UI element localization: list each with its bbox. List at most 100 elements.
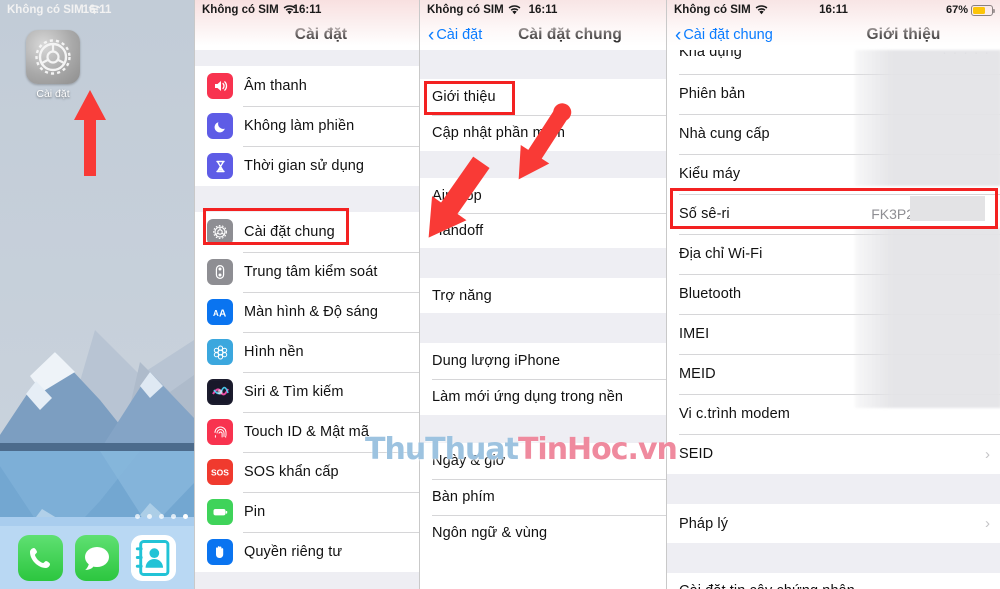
row-label: Khả dụng bbox=[679, 50, 742, 60]
section-gap bbox=[195, 186, 419, 212]
row-label: Touch ID & Mật mã bbox=[244, 424, 369, 440]
row-language-region[interactable]: Ngôn ngữ & vùng bbox=[420, 515, 666, 551]
row-label: Bluetooth bbox=[679, 286, 742, 302]
sidebar-item-general[interactable]: Cài đặt chung bbox=[195, 212, 419, 252]
messages-icon[interactable] bbox=[74, 534, 120, 581]
row-label: IMEI bbox=[679, 326, 710, 342]
row-seid[interactable]: SEID › bbox=[667, 434, 1000, 474]
page-dot bbox=[147, 514, 152, 519]
chevron-left-icon: ‹ bbox=[428, 24, 435, 46]
row-handoff[interactable]: Handoff bbox=[420, 213, 666, 248]
about-group-3: Cài đặt tin cậy chứng nhận › bbox=[667, 573, 1000, 589]
row-iphone-storage[interactable]: Dung lượng iPhone bbox=[420, 343, 666, 379]
row-keyboard[interactable]: Bàn phím bbox=[420, 479, 666, 515]
sidebar-item-do-not-disturb[interactable]: Không làm phiền bbox=[195, 106, 419, 146]
home-dock bbox=[0, 526, 194, 589]
row-about[interactable]: Giới thiệu bbox=[420, 79, 666, 115]
page-title: Cài đặt bbox=[294, 26, 348, 43]
row-label: Cài đặt tin cậy chứng nhận bbox=[679, 583, 855, 589]
row-label: Hình nền bbox=[244, 344, 304, 360]
phone-icon[interactable] bbox=[18, 534, 63, 581]
section-gap bbox=[420, 313, 666, 343]
section-gap bbox=[420, 248, 666, 278]
row-label: Quyền riêng tư bbox=[244, 544, 343, 560]
panel-general-settings: Không có SIM 16:11 ‹ Cài đặt Cài đặt chu… bbox=[419, 0, 666, 589]
wifi-icon bbox=[283, 5, 296, 15]
back-button[interactable]: ‹ Cài đặt bbox=[428, 26, 482, 45]
sidebar-item-emergency-sos[interactable]: SOS SOS khẩn cấp bbox=[195, 452, 419, 492]
sidebar-item-sound[interactable]: Âm thanh bbox=[195, 66, 419, 106]
carrier-label: Không có SIM bbox=[202, 4, 279, 16]
row-accessibility[interactable]: Trợ năng bbox=[420, 278, 666, 313]
row-date-time[interactable]: Ngày & giờ bbox=[420, 443, 666, 479]
home-app-settings[interactable]: Cài đặt bbox=[22, 30, 84, 100]
sidebar-item-wallpaper[interactable]: Hình nền bbox=[195, 332, 419, 372]
page-title: Cài đặt chung bbox=[518, 26, 622, 43]
contacts-icon[interactable] bbox=[131, 534, 177, 581]
row-label: Dung lượng iPhone bbox=[432, 353, 561, 369]
row-label: Ngôn ngữ & vùng bbox=[432, 525, 548, 541]
row-label: Vi c.trình modem bbox=[679, 406, 790, 422]
row-background-app-refresh[interactable]: Làm mới ứng dụng trong nền bbox=[420, 379, 666, 415]
row-label: Giới thiệu bbox=[432, 89, 496, 105]
page-dots[interactable] bbox=[135, 514, 188, 519]
page-dot-active bbox=[183, 514, 188, 519]
status-carrier-group: Không có SIM bbox=[7, 4, 101, 16]
row-label: AirDrop bbox=[432, 187, 482, 204]
row-label: Kiểu máy bbox=[679, 166, 741, 182]
control-center-icon bbox=[207, 259, 233, 285]
siri-icon bbox=[207, 379, 233, 405]
redaction-block-values-top bbox=[855, 50, 1000, 186]
row-label: Siri & Tìm kiếm bbox=[244, 384, 344, 400]
touchid-icon bbox=[207, 419, 233, 445]
hourglass-icon bbox=[207, 153, 233, 179]
sidebar-item-touchid-passcode[interactable]: Touch ID & Mật mã bbox=[195, 412, 419, 452]
sidebar-item-privacy[interactable]: Quyền riêng tư bbox=[195, 532, 419, 572]
row-label: Nhà cung cấp bbox=[679, 126, 770, 142]
home-status-bar: Không có SIM 16:11 bbox=[0, 0, 194, 20]
sidebar-item-screen-time[interactable]: Thời gian sử dụng bbox=[195, 146, 419, 186]
row-label: Thời gian sử dụng bbox=[244, 158, 365, 174]
chevron-right-icon: › bbox=[985, 583, 1000, 589]
page-dot bbox=[159, 514, 164, 519]
row-airdrop[interactable]: AirDrop bbox=[420, 178, 666, 213]
carrier-label: Không có SIM bbox=[7, 4, 84, 16]
settings-group-2: Cài đặt chung Trung tâm kiểm soát AA Màn… bbox=[195, 212, 419, 572]
battery-icon bbox=[207, 499, 233, 525]
sidebar-item-display-brightness[interactable]: AA Màn hình & Độ sáng bbox=[195, 292, 419, 332]
row-legal[interactable]: Pháp lý › bbox=[667, 504, 1000, 543]
row-certificate-trust-settings[interactable]: Cài đặt tin cậy chứng nhận › bbox=[667, 573, 1000, 589]
display-brightness-icon: AA bbox=[207, 299, 233, 325]
about-group-2: Pháp lý › bbox=[667, 504, 1000, 543]
general-group-4: Dung lượng iPhone Làm mới ứng dụng trong… bbox=[420, 343, 666, 415]
row-label: Ngày & giờ bbox=[432, 453, 506, 469]
sidebar-item-siri-search[interactable]: Siri & Tìm kiếm bbox=[195, 372, 419, 412]
battery-percent-label: 67% bbox=[945, 4, 968, 16]
row-label: Trợ năng bbox=[432, 287, 492, 304]
back-button[interactable]: ‹ Cài đặt chung bbox=[675, 26, 773, 45]
general-nav-bar: ‹ Cài đặt Cài đặt chung bbox=[420, 20, 666, 50]
chevron-right-icon: › bbox=[985, 445, 990, 463]
section-gap bbox=[195, 572, 419, 589]
row-label: Handoff bbox=[432, 222, 484, 239]
row-label: SOS khẩn cấp bbox=[244, 464, 339, 480]
status-carrier-group: Không có SIM bbox=[427, 4, 521, 16]
status-carrier-group: Không có SIM bbox=[674, 4, 768, 16]
status-carrier-group: Không có SIM bbox=[202, 4, 296, 16]
section-gap bbox=[667, 474, 1000, 504]
row-label: Số sê-ri bbox=[679, 206, 730, 222]
sidebar-item-battery[interactable]: Pin bbox=[195, 492, 419, 532]
sound-icon bbox=[207, 73, 233, 99]
general-status-bar: Không có SIM 16:11 bbox=[420, 0, 666, 20]
status-battery-group: 67% bbox=[945, 4, 995, 16]
sidebar-item-control-center[interactable]: Trung tâm kiểm soát bbox=[195, 252, 419, 292]
panel-home-screen: Không có SIM 16:11 Cài đặt bbox=[0, 0, 194, 589]
page-title: Giới thiệu bbox=[866, 26, 941, 43]
row-label: Bàn phím bbox=[432, 489, 495, 505]
page-dot bbox=[135, 514, 140, 519]
chevron-left-icon: ‹ bbox=[675, 24, 682, 46]
row-software-update[interactable]: Cập nhật phần mềm bbox=[420, 115, 666, 151]
settings-gear-icon[interactable] bbox=[26, 30, 80, 84]
settings-nav-bar: Cài đặt bbox=[195, 20, 419, 50]
row-label: MEID bbox=[679, 366, 716, 382]
